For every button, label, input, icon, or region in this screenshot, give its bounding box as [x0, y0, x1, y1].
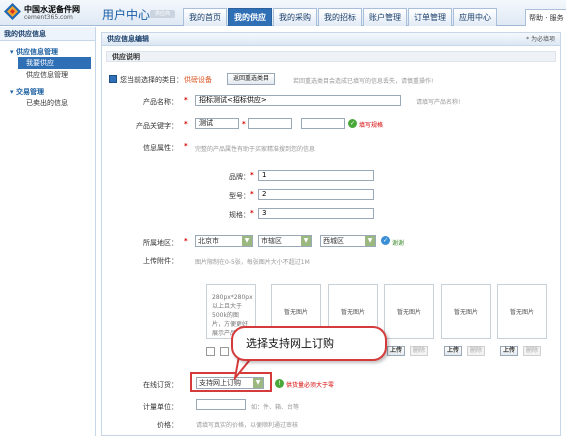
delete-button-5[interactable]: 删除	[523, 346, 541, 356]
keywords-label: 产品关键字：	[136, 122, 178, 130]
model-input[interactable]: 2	[258, 189, 374, 200]
district-select[interactable]: 西城区 ▼	[320, 235, 376, 247]
price-hint: 请填写真实的价格，以便顺利通过审核	[196, 422, 299, 429]
city-value: 市辖区	[261, 237, 282, 245]
product-name-hint: 请填写产品名称!	[416, 99, 461, 106]
delete-button-3[interactable]: 删除	[410, 346, 428, 356]
keywords-status: 填写规格	[359, 122, 384, 129]
main-panel: 供应信息编辑 * 为必填项 供应说明	[101, 32, 561, 436]
keyword-input-3[interactable]	[301, 118, 345, 129]
sidebar-group-label: 供应信息管理	[15, 48, 58, 56]
province-select[interactable]: 北京市 ▼	[195, 235, 253, 247]
spec-input[interactable]: 3	[258, 208, 374, 219]
required-mark: *	[242, 120, 246, 128]
category-prefix: 您当前选择的类目：	[120, 76, 183, 84]
check-circle-icon: ✓	[348, 119, 357, 128]
category-value: 供磅设备	[184, 76, 212, 84]
attributes-label: 信息属性：	[143, 144, 178, 152]
upload-button-5[interactable]: 上传	[500, 346, 518, 356]
required-mark: *	[184, 142, 188, 150]
unit-hint: 如：件、箱、台等	[251, 404, 300, 411]
upload-button-4[interactable]: 上传	[444, 346, 462, 356]
city-select[interactable]: 市辖区 ▼	[258, 235, 312, 247]
attributes-hint: 完整的产品属性有助于买家精准搜到您的信息	[195, 146, 316, 153]
delete-button-4[interactable]: 删除	[467, 346, 485, 356]
required-mark: *	[250, 190, 254, 198]
image-slot-4: 暂无图片	[441, 284, 491, 339]
price-label: 价格：	[157, 421, 178, 429]
required-mark: *	[184, 96, 188, 104]
brand-input[interactable]: 1	[258, 170, 374, 181]
dropdown-caret-icon: ▼	[242, 236, 252, 246]
page-title: 供应信息编辑	[107, 35, 149, 43]
required-mark: *	[250, 171, 254, 179]
province-value: 北京市	[198, 237, 219, 245]
panel-header: 供应信息编辑 * 为必填项	[102, 33, 560, 46]
online-order-hint: 供货量必须大于零	[286, 382, 335, 389]
image-slot-5: 暂无图片	[497, 284, 547, 339]
highlight-box	[190, 372, 272, 392]
image-slot-3: 暂无图片	[384, 284, 434, 339]
sidebar-item-post-supply[interactable]: 我要供应	[18, 57, 91, 69]
top-bar: 中国水泥备件网 cement365.com 用户中心 供应商 我的首页 我的供应…	[0, 0, 566, 26]
category-checkbox[interactable]	[109, 75, 117, 83]
spec-label: 规格：	[229, 211, 250, 219]
info-icon: !	[275, 379, 284, 388]
section-title: 供应说明	[106, 51, 556, 62]
reselect-category-button[interactable]: 返回重选类目	[227, 73, 275, 85]
sidebar-item-sold[interactable]: 已卖出的信息	[0, 97, 95, 109]
region-status: 谢谢	[392, 240, 405, 247]
dropdown-caret-icon: ▼	[365, 236, 375, 246]
tab-my-supply[interactable]: 我的供应	[228, 8, 272, 26]
district-value: 西城区	[323, 237, 344, 245]
user-center-title: 用户中心	[102, 8, 151, 22]
attachments-label: 上传附件：	[143, 257, 178, 265]
check-circle-icon: ✓	[381, 236, 390, 245]
unit-input[interactable]	[196, 399, 246, 410]
unit-label: 计量单位：	[143, 403, 178, 411]
main-nav: 我的首页 我的供应 我的采购 我的招标 账户管理 订单管理 应用中心	[183, 8, 497, 26]
tab-my-tender[interactable]: 我的招标	[318, 8, 362, 26]
sidebar-item-supply-manage[interactable]: 供应信息管理	[0, 69, 95, 81]
category-hint: 若回重选类目会造成已填写的信息丢失，请慎重操作!	[293, 78, 434, 85]
tab-my-purchase[interactable]: 我的采购	[273, 8, 317, 26]
sidebar-header: 我的供应信息	[0, 27, 95, 41]
logo-domain: cement365.com	[24, 14, 73, 21]
sidebar-group-label: 交易管理	[15, 88, 44, 96]
keyword-input-2[interactable]	[248, 118, 292, 129]
image-file-checkbox[interactable]	[220, 347, 229, 356]
required-note: * 为必填项	[526, 36, 555, 43]
site-logo[interactable]: 中国水泥备件网 cement365.com	[4, 3, 104, 23]
tab-apps[interactable]: 应用中心	[453, 8, 497, 26]
product-name-label: 产品名称：	[143, 98, 178, 106]
image-file-checkbox[interactable]	[206, 347, 215, 356]
tab-home[interactable]: 我的首页	[183, 8, 227, 26]
sidebar-group-supply[interactable]: ▾ 供应信息管理	[0, 47, 95, 57]
tab-account[interactable]: 账户管理	[363, 8, 407, 26]
role-badge: 供应商	[150, 10, 175, 18]
dropdown-caret-icon: ▼	[301, 236, 311, 246]
logo-icon	[4, 3, 21, 20]
required-mark: *	[184, 237, 188, 245]
sidebar-group-trade[interactable]: ▾ 交易管理	[0, 87, 95, 97]
required-mark: *	[250, 209, 254, 217]
required-mark: *	[184, 120, 188, 128]
tab-orders[interactable]: 订单管理	[408, 8, 452, 26]
callout-tooltip: 选择支持网上订购	[231, 326, 387, 361]
brand-label: 品牌：	[229, 173, 250, 181]
attachments-hint: 图片限制在0-5张，每张图片大小不超过1M	[195, 259, 310, 266]
upload-button-3[interactable]: 上传	[387, 346, 405, 356]
product-name-input[interactable]: 招标测试<招标供应>	[195, 95, 401, 106]
sidebar: 我的供应信息 ▾ 供应信息管理 我要供应 供应信息管理 ▾ 交易管理 已卖出的信…	[0, 27, 96, 436]
model-label: 型号：	[229, 192, 250, 200]
keyword-input-1[interactable]: 测试	[195, 118, 239, 129]
region-label: 所属地区：	[143, 239, 178, 247]
online-order-label: 在线订货：	[143, 381, 178, 389]
help-service-link[interactable]: 帮助 · 服务	[525, 9, 566, 26]
